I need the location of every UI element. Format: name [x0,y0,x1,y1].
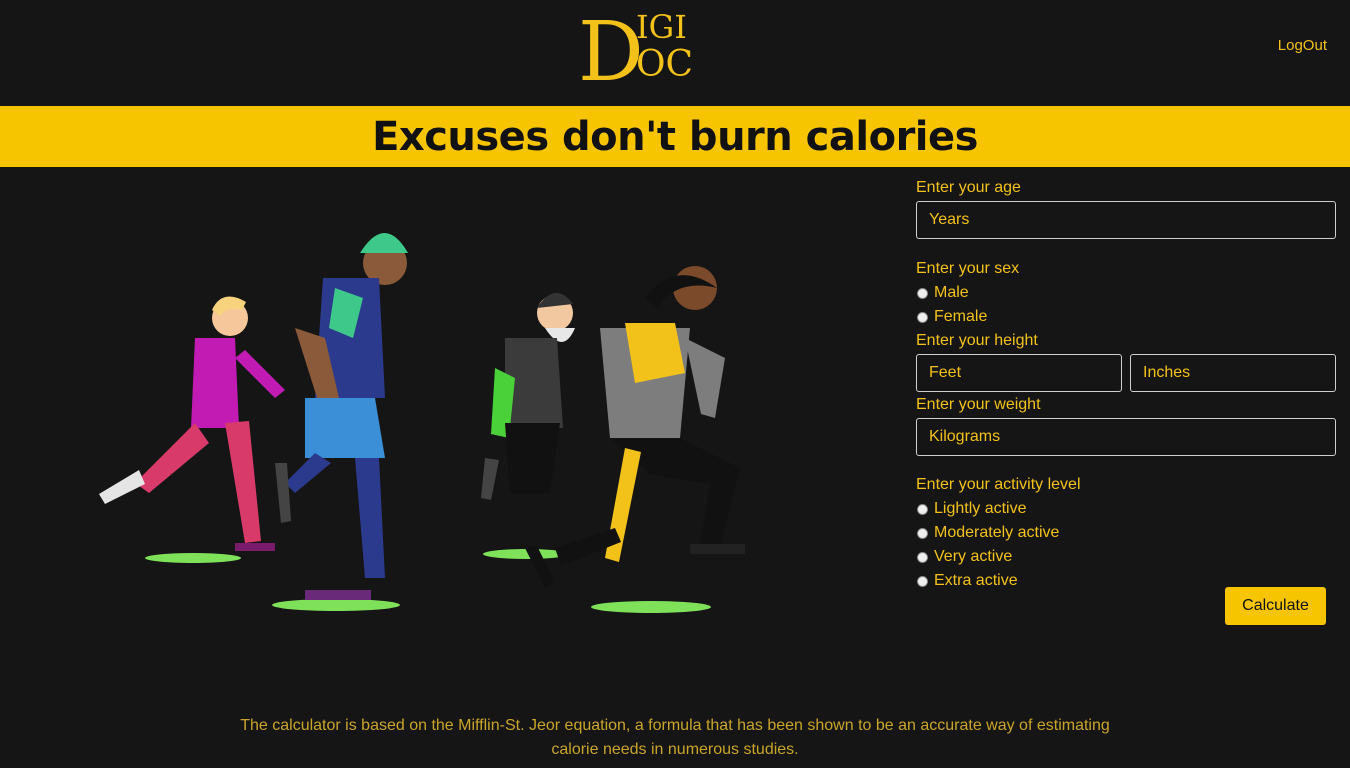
age-label: Enter your age [916,179,1021,196]
sex-option-male[interactable]: Male [916,281,1336,305]
male-radio[interactable] [917,287,928,299]
activity-label: Enter your activity level [916,476,1081,493]
svg-text:D: D [578,6,644,86]
calculate-button[interactable]: Calculate [1225,587,1326,625]
height-inches-input[interactable] [1130,354,1336,392]
female-radio-label: Female [934,308,988,325]
weight-label: Enter your weight [916,396,1041,413]
height-feet-input[interactable] [916,354,1122,392]
footnote: The calculator is based on the Mifflin-S… [240,717,1110,758]
male-radio-label: Male [934,284,969,301]
age-input[interactable] [916,201,1336,239]
lightly-active-label: Lightly active [934,500,1027,517]
extra-active-radio[interactable] [917,575,928,587]
runners-illustration [99,233,745,613]
lightly-active-radio[interactable] [917,503,928,515]
activity-option-light[interactable]: Lightly active [916,497,1336,521]
header: D IGI OC LogOut [0,0,1350,106]
moderately-active-radio[interactable] [917,527,928,539]
height-label: Enter your height [916,332,1038,349]
digidoc-logo[interactable]: D IGI OC [576,6,706,86]
weight-input[interactable] [916,418,1336,456]
height-fields [916,354,1336,392]
moderately-active-label: Moderately active [934,524,1060,541]
svg-text:OC: OC [636,44,693,85]
activity-option-very[interactable]: Very active [916,545,1336,569]
svg-text:IGI: IGI [636,8,687,46]
logout-link[interactable]: LogOut [1278,37,1327,54]
banner: Excuses don't burn calories [0,106,1350,167]
female-radio[interactable] [917,311,928,323]
very-active-label: Very active [934,548,1013,565]
sex-option-female[interactable]: Female [916,305,1336,329]
page-title: Excuses don't burn calories [372,113,978,160]
sex-label: Enter your sex [916,260,1020,277]
extra-active-label: Extra active [934,572,1018,589]
very-active-radio[interactable] [917,551,928,563]
activity-option-moderate[interactable]: Moderately active [916,521,1336,545]
calorie-form: Enter your age Enter your sex Male Femal… [916,178,1336,593]
